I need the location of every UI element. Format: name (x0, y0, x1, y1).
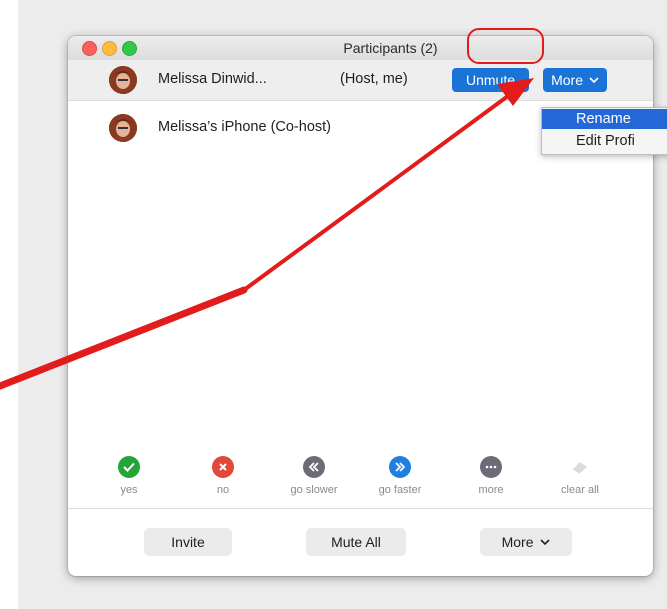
annotation-arrow (0, 78, 534, 390)
